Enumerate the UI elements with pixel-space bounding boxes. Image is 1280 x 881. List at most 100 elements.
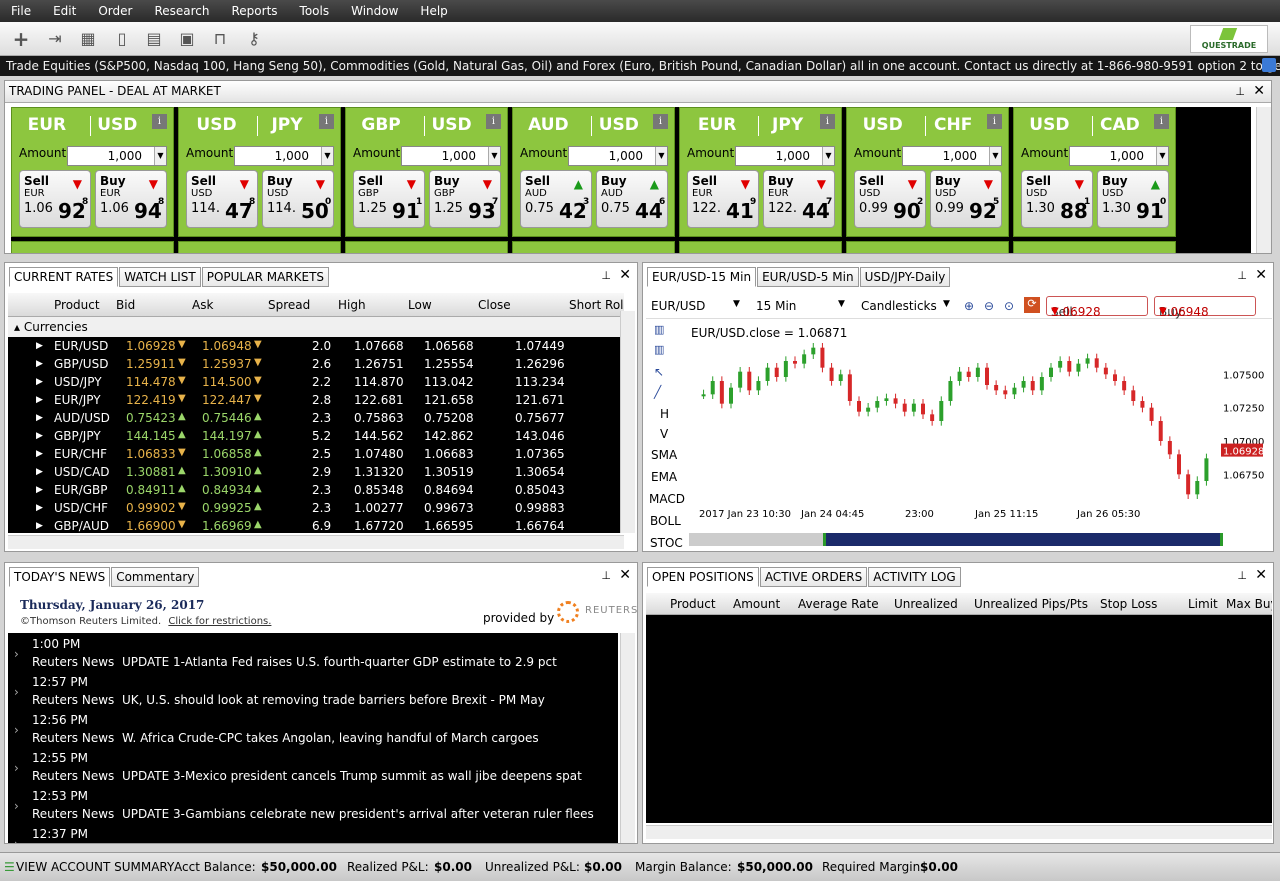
tab-usdjpy-daily[interactable]: USD/JPY-Daily [859, 267, 951, 287]
pin-icon[interactable]: ⊥ [1237, 269, 1247, 282]
table-row[interactable]: ▶ GBP/AUD 1.66900 ▼ 1.66969 ▲ 6.9 1.6772… [8, 517, 624, 533]
rate-ask[interactable]: 0.84934 [202, 483, 252, 497]
news-item[interactable]: › 12:57 PM Reuters News UK, U.S. should … [8, 673, 618, 711]
chart-navigator[interactable] [689, 533, 1223, 546]
sell-button[interactable]: Sell ▲ AUD 0.75 42 3 [520, 170, 592, 228]
tab-todays-news[interactable]: TODAY'S NEWS [9, 567, 111, 587]
table-row[interactable]: ▶ USD/JPY 114.478 ▼ 114.500 ▼ 2.2 114.87… [8, 373, 624, 391]
table-row[interactable]: ▶ EUR/CHF 1.06833 ▼ 1.06858 ▲ 2.5 1.0748… [8, 445, 624, 463]
tool-boll[interactable]: BOLL [650, 514, 681, 528]
tool-v[interactable]: V [660, 427, 668, 441]
col-low[interactable]: Low [408, 298, 432, 312]
price-chart[interactable]: 1.075001.072501.070001.067501.069282017 … [687, 321, 1273, 527]
expand-icon[interactable]: ▶ [36, 521, 43, 531]
table-row[interactable]: ▶ USD/CHF 0.99902 ▼ 0.99925 ▲ 2.3 1.0027… [8, 499, 624, 517]
col-limit[interactable]: Limit [1188, 597, 1218, 611]
rate-ask[interactable]: 1.25937 [202, 357, 252, 371]
chevron-down-icon[interactable]: ▼ [989, 147, 1001, 165]
col-close[interactable]: Close [478, 298, 511, 312]
buy-button[interactable]: Buy ▼ USD 114. 50 0 [262, 170, 334, 228]
restrictions-link[interactable]: Click for restrictions. [168, 616, 271, 627]
chevron-down-icon[interactable]: ▼ [154, 147, 166, 165]
expand-icon[interactable]: ▶ [36, 413, 43, 423]
news-headline[interactable]: W. Africa Crude-CPC takes Angolan, leavi… [122, 731, 539, 745]
buy-button[interactable]: Buy ▼ EUR 1.06 94 8 [95, 170, 167, 228]
col-ask[interactable]: Ask [192, 298, 213, 312]
tool-stoc[interactable]: STOC [650, 536, 683, 550]
expand-icon[interactable]: ▶ [36, 485, 43, 495]
rate-bid[interactable]: 1.06833 [126, 447, 176, 461]
rates-hscroll[interactable] [8, 535, 624, 549]
expand-icon[interactable]: ▶ [36, 359, 43, 369]
rate-ask[interactable]: 1.06948 [202, 339, 252, 353]
col-amount[interactable]: Amount [733, 597, 780, 611]
rate-bid[interactable]: 114.478 [126, 375, 176, 389]
buy-button[interactable]: Buy ▼ GBP 1.25 93 7 [429, 170, 501, 228]
zoom-out-icon[interactable]: ⊖ [984, 299, 994, 313]
tab-eurusd-5[interactable]: EUR/USD-5 Min [757, 267, 859, 287]
table-row[interactable]: ▶ GBP/JPY 144.145 ▲ 144.197 ▲ 5.2 144.56… [8, 427, 624, 445]
expand-icon[interactable]: ▶ [36, 377, 43, 387]
sell-quote[interactable]: Sell: 1.06928 ▼ [1046, 296, 1148, 319]
tab-current-rates[interactable]: CURRENT RATES [9, 267, 119, 287]
col-unrealized-pips[interactable]: Unrealized Pips/Pts [974, 597, 1088, 611]
category-row[interactable]: ▴ Currencies [8, 317, 624, 337]
expand-icon[interactable]: ▶ [36, 341, 43, 351]
expand-icon[interactable]: ▶ [36, 503, 43, 513]
news-headline[interactable]: UK, U.S. should look at removing trade b… [122, 693, 545, 707]
chevron-right-icon[interactable]: › [14, 723, 19, 737]
grid-icon[interactable]: ▤ [143, 28, 165, 50]
rate-ask[interactable]: 0.99925 [202, 501, 252, 515]
news-headline[interactable]: UPDATE 3-Mexico president cancels Trump … [122, 769, 582, 783]
tab-popular-markets[interactable]: POPULAR MARKETS [201, 267, 330, 287]
news-headline[interactable]: UPDATE 1-Atlanta Fed raises U.S. fourth-… [122, 655, 557, 669]
info-icon[interactable]: i [987, 114, 1002, 129]
menu-window[interactable]: Window [340, 0, 409, 22]
col-short-roll[interactable]: Short Rol [569, 298, 624, 312]
rate-ask[interactable]: 0.75446 [202, 411, 252, 425]
buy-button[interactable]: Buy ▼ EUR 122. 44 7 [763, 170, 835, 228]
col-spread[interactable]: Spread [268, 298, 310, 312]
rate-bid[interactable]: 1.66900 [126, 519, 176, 533]
chevron-right-icon[interactable]: › [14, 799, 19, 813]
ticker-banner[interactable]: Trade Equities (S&P500, Nasdaq 100, Hang… [0, 56, 1280, 76]
sell-button[interactable]: Sell ▼ EUR 1.06 92 8 [19, 170, 91, 228]
menu-file[interactable]: File [0, 0, 42, 22]
sell-button[interactable]: Sell ▼ USD 0.99 90 2 [854, 170, 926, 228]
news-item[interactable]: › 12:56 PM Reuters News W. Africa Crude-… [8, 711, 618, 749]
info-icon[interactable]: i [1154, 114, 1169, 129]
table-row[interactable]: ▶ EUR/JPY 122.419 ▼ 122.447 ▼ 2.8 122.68… [8, 391, 624, 409]
amount-input[interactable]: 1,000 ▼ [568, 146, 668, 166]
amount-input[interactable]: 1,000 ▼ [735, 146, 835, 166]
rate-bid[interactable]: 122.419 [126, 393, 176, 407]
tab-open-positions[interactable]: OPEN POSITIONS [647, 567, 759, 587]
close-icon[interactable]: ✕ [1255, 567, 1267, 583]
col-product[interactable]: Product [670, 597, 716, 611]
tool-macd[interactable]: MACD [649, 492, 685, 506]
zoom-in-icon[interactable]: ⊕ [964, 299, 974, 313]
sell-button[interactable]: Sell ▼ USD 1.30 88 1 [1021, 170, 1093, 228]
chevron-right-icon[interactable]: › [14, 837, 19, 843]
info-icon[interactable]: i [152, 114, 167, 129]
candle-icon[interactable]: ▥ [654, 323, 664, 336]
zoom-reset-icon[interactable]: ⊙ [1004, 299, 1014, 313]
tab-eurusd-15[interactable]: EUR/USD-15 Min [647, 267, 757, 287]
rate-bid[interactable]: 0.99902 [126, 501, 176, 515]
chevron-right-icon[interactable]: › [14, 647, 19, 661]
news-item[interactable]: › 12:53 PM Reuters News UPDATE 3-Gambian… [8, 787, 618, 825]
col-unrealized[interactable]: Unrealized [894, 597, 958, 611]
chevron-down-icon[interactable]: ▼ [838, 299, 845, 309]
navigator-window[interactable] [823, 533, 1223, 546]
chevron-down-icon[interactable]: ▼ [1156, 147, 1168, 165]
col-product[interactable]: Product [54, 298, 100, 312]
news-item[interactable]: › 12:37 PM [8, 825, 618, 843]
chevron-down-icon[interactable]: ▼ [321, 147, 333, 165]
sell-button[interactable]: Sell ▼ EUR 122. 41 9 [687, 170, 759, 228]
save-icon[interactable]: ▣ [176, 28, 198, 50]
expand-icon[interactable]: ▶ [36, 395, 43, 405]
sell-button[interactable]: Sell ▼ GBP 1.25 91 1 [353, 170, 425, 228]
chevron-down-icon[interactable]: ▼ [733, 299, 740, 309]
rate-ask[interactable]: 114.500 [202, 375, 252, 389]
sell-button[interactable]: Sell ▼ USD 114. 47 8 [186, 170, 258, 228]
amount-input[interactable]: 1,000 ▼ [902, 146, 1002, 166]
